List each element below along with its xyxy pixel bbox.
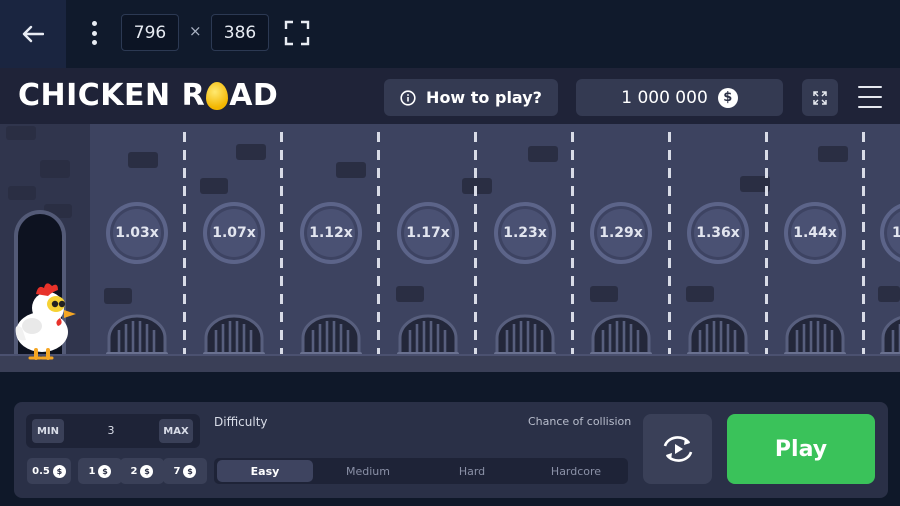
quick-bet-button[interactable]: 0.5 $ [27, 458, 71, 484]
brick [236, 144, 266, 160]
difficulty-option-medium[interactable]: Medium [318, 458, 418, 484]
brick [462, 178, 492, 194]
autoplay-button[interactable] [643, 414, 712, 484]
lane-multiplier[interactable]: 1 [880, 202, 900, 264]
sewer-grate-icon [687, 314, 749, 358]
brick [878, 286, 900, 302]
dollar-coin-icon: $ [717, 87, 738, 108]
replay-icon [663, 436, 692, 462]
dollar-coin-icon: $ [140, 464, 154, 478]
fullscreen-icon[interactable] [284, 20, 310, 46]
brick [818, 146, 848, 162]
lane-multiplier[interactable]: 1.12x [300, 202, 362, 264]
balance-value: 1 000 000 [621, 87, 708, 108]
lane-divider [377, 132, 380, 362]
lane-multiplier[interactable]: 1.03x [106, 202, 168, 264]
dollar-coin-icon: $ [52, 464, 66, 478]
lane-divider [474, 132, 477, 362]
bet-amount-input[interactable]: 3 [96, 424, 126, 437]
expand-icon [813, 90, 827, 105]
back-button[interactable] [0, 0, 66, 68]
logo-text-end: AD [229, 78, 279, 113]
more-options-icon[interactable] [84, 18, 104, 48]
road-scene: 1.03x 1.07x 1.12x 1.17x 1.23x 1.29x 1.36… [0, 124, 900, 372]
dollar-coin-icon: $ [98, 464, 112, 478]
quick-bet-value: 0.5 [32, 465, 50, 477]
collision-chance-label: Chance of collision [528, 415, 632, 428]
brick [104, 288, 132, 304]
brick [6, 126, 36, 140]
arrow-left-icon [22, 25, 44, 43]
sewer-grate-icon [203, 314, 265, 358]
egg-icon [206, 81, 229, 110]
quick-bet-button[interactable]: 7 $ [163, 458, 207, 484]
brick [686, 286, 714, 302]
quick-bet-value: 7 [173, 465, 181, 477]
lane-divider [183, 132, 186, 362]
difficulty-option-hard[interactable]: Hard [422, 458, 522, 484]
brick [590, 286, 618, 302]
lane-multiplier[interactable]: 1.17x [397, 202, 459, 264]
expand-button[interactable] [802, 79, 838, 116]
sewer-grate-icon [494, 314, 556, 358]
game-logo: CHICKEN R AD [18, 78, 278, 113]
dimension-separator: × [189, 22, 202, 40]
difficulty-option-hardcore[interactable]: Hardcore [526, 458, 626, 484]
sewer-grate-icon [880, 316, 900, 358]
brick [8, 186, 36, 200]
lane-multiplier[interactable]: 1.29x [590, 202, 652, 264]
logo-text-start: CHICKEN R [18, 78, 206, 113]
chicken-character-icon [15, 283, 76, 360]
brick [396, 286, 424, 302]
road-curb [0, 354, 900, 372]
lane-multiplier[interactable]: 1.23x [494, 202, 556, 264]
brick [40, 160, 70, 178]
width-input[interactable]: 796 [121, 14, 179, 51]
lane-divider [280, 132, 283, 362]
brick [336, 162, 366, 178]
sewer-grate-icon [590, 314, 652, 358]
device-toolbar: 796 × 386 [0, 0, 900, 68]
sewer-grate-icon [106, 314, 168, 358]
balance-display: 1 000 000 $ [576, 79, 783, 116]
quick-bet-value: 2 [130, 465, 138, 477]
difficulty-label: Difficulty [214, 415, 268, 429]
lane-multiplier[interactable]: 1.36x [687, 202, 749, 264]
how-to-play-button[interactable]: How to play? [384, 79, 558, 116]
brick [528, 146, 558, 162]
hamburger-menu-icon[interactable] [858, 86, 882, 108]
quick-bet-button[interactable]: 1 $ [78, 458, 122, 484]
sewer-grate-icon [300, 314, 362, 358]
lane-multiplier[interactable]: 1.07x [203, 202, 265, 264]
brick [128, 152, 158, 168]
app-root: 796 × 386 CHICKEN R AD How to play? 1 00… [0, 0, 900, 506]
brick [200, 178, 228, 194]
info-icon [400, 89, 416, 106]
sewer-grate-icon [784, 314, 846, 358]
difficulty-option-easy[interactable]: Easy [217, 460, 313, 482]
lane-divider [571, 132, 574, 362]
quick-bet-value: 1 [88, 465, 96, 477]
sewer-grate-icon [397, 314, 459, 358]
min-bet-button[interactable]: MIN [32, 419, 64, 443]
max-bet-button[interactable]: MAX [159, 419, 193, 443]
lane-multiplier[interactable]: 1.44x [784, 202, 846, 264]
play-button[interactable]: Play [727, 414, 875, 484]
how-to-play-label: How to play? [426, 88, 542, 107]
height-input[interactable]: 386 [211, 14, 269, 51]
lane-divider [765, 132, 768, 362]
lane-divider [668, 132, 671, 362]
quick-bet-button[interactable]: 2 $ [120, 458, 164, 484]
dollar-coin-icon: $ [183, 464, 197, 478]
lane-divider [862, 132, 865, 362]
